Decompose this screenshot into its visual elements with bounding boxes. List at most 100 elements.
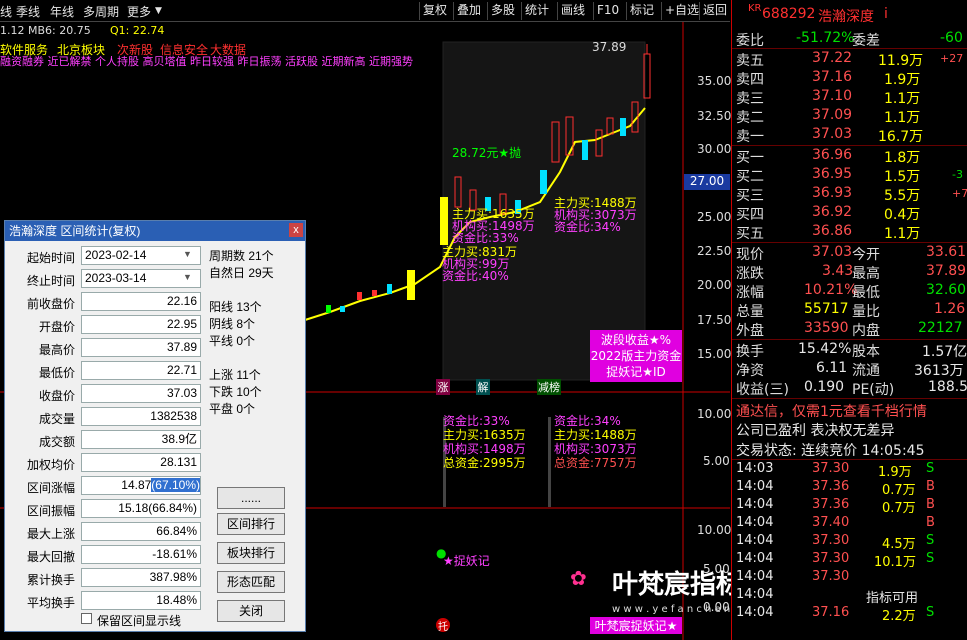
price-tick: 35.00 xyxy=(697,74,732,88)
info-icon[interactable]: i xyxy=(884,6,888,22)
end-label: 终止时间 xyxy=(26,274,75,288)
field-value: 387.98% xyxy=(81,568,201,587)
stat-label: 收益(三) xyxy=(736,382,789,398)
flower-logo-icon: ✿ xyxy=(570,566,587,590)
q1-readout: Q1: 22.74 xyxy=(110,24,165,37)
quote-panel: KR 688292 浩瀚深度 i 委比 -51.72% 委差 -60 卖五 37… xyxy=(731,0,967,640)
bid-volume: 1.1万 xyxy=(884,226,921,242)
stat-value: 3613万 xyxy=(914,363,964,379)
field-label: 区间涨幅 xyxy=(26,481,75,495)
ask-volume: 1.1万 xyxy=(884,91,921,107)
ask-price: 37.10 xyxy=(812,88,853,104)
stats-button[interactable]: 统计 xyxy=(521,2,552,20)
overlay-button[interactable]: 叠加 xyxy=(453,2,484,20)
stat-label: 现价 xyxy=(736,247,764,263)
stat-label: 流通 xyxy=(852,363,880,379)
top-toolbar: 线 季线 年线 多周期 更多 ▼ 复权 叠加 多股 统计 画线 F10 标记 +… xyxy=(0,0,730,22)
period-season[interactable]: 季线 xyxy=(16,3,40,20)
price-tick: 25.00 xyxy=(697,210,732,224)
tick-row: 14:04 37.30 xyxy=(736,569,850,584)
signal-unlock: 解 xyxy=(476,379,490,395)
signal-reduce: 减榜 xyxy=(537,379,561,395)
more-menu[interactable]: 更多 xyxy=(127,3,151,20)
more-button[interactable]: ...... xyxy=(217,487,285,509)
weicha-value: -60 xyxy=(940,30,963,46)
field-value: 22.95 xyxy=(81,315,201,334)
keep-range-checkbox[interactable] xyxy=(81,613,92,624)
ind-tick: 10.00 xyxy=(697,523,732,537)
stat-flat-candles: 平线 0个 xyxy=(209,334,256,348)
dialog-title[interactable]: 浩瀚深度 区间统计(复权) xyxy=(5,221,305,241)
ask-volume: 1.1万 xyxy=(884,110,921,126)
ask-label: 卖三 xyxy=(736,91,764,107)
f10-button[interactable]: F10 xyxy=(593,2,622,20)
close-icon[interactable]: x xyxy=(289,223,303,237)
weibi-label: 委比 xyxy=(736,33,764,49)
stat-label: 量比 xyxy=(852,304,880,320)
start-label: 起始时间 xyxy=(26,251,75,265)
field-value: 1382538 xyxy=(81,407,201,426)
ask-volume: 1.9万 xyxy=(884,72,921,88)
vol-tick: 5.00 xyxy=(703,454,730,468)
stock-code: 688292 xyxy=(762,6,816,22)
field-value: 37.03 xyxy=(81,384,201,403)
indicator-promo[interactable]: 叶梵宸捉妖记★ xyxy=(590,617,682,634)
weicha-label: 委差 xyxy=(852,33,880,49)
close-button[interactable]: 关闭 xyxy=(217,600,285,622)
stat-value: 22127 xyxy=(918,320,963,336)
ask-price: 37.03 xyxy=(812,126,853,142)
kr-badge: KR xyxy=(748,3,762,14)
bid-price: 36.92 xyxy=(812,204,853,220)
chevron-down-icon[interactable]: ▼ xyxy=(183,272,192,282)
bid-change: +7 xyxy=(952,187,967,200)
chevron-down-icon[interactable]: ▼ xyxy=(183,249,192,259)
stat-down-candles: 阴线 8个 xyxy=(209,317,256,331)
field-label: 前收盘价 xyxy=(26,297,75,311)
range-change-field[interactable]: 14.87(67.10%) xyxy=(81,476,201,495)
bid-label: 买四 xyxy=(736,207,764,223)
sector-rank-button[interactable]: 板块排行 xyxy=(217,542,285,564)
stat-periods: 周期数 21个 xyxy=(209,249,274,263)
period-year[interactable]: 年线 xyxy=(50,3,74,20)
add-watchlist-button[interactable]: +自选 xyxy=(661,2,702,20)
field-label: 开盘价 xyxy=(38,320,75,334)
high-label: 37.89 xyxy=(592,40,627,54)
bid-label: 买二 xyxy=(736,169,764,185)
price-tick: 15.00 xyxy=(697,347,732,361)
bid-label: 买三 xyxy=(736,188,764,204)
field-label: 平均换手 xyxy=(26,596,75,610)
stat-value: 3.43 xyxy=(822,263,854,279)
period-day[interactable]: 线 xyxy=(0,3,12,20)
back-button[interactable]: 返回 xyxy=(699,2,730,20)
field-label: 累计换手 xyxy=(26,573,75,587)
stat-value: 33590 xyxy=(804,320,849,336)
period-multi[interactable]: 多周期 xyxy=(83,3,119,20)
pattern-match-button[interactable]: 形态匹配 xyxy=(217,571,285,593)
tick-row: 14:04 37.36 0.7万 B xyxy=(736,479,935,498)
current-price-tag: 27.00 xyxy=(684,174,730,190)
bid-price: 36.96 xyxy=(812,147,853,163)
field-label: 最高价 xyxy=(38,343,75,357)
price-tick: 30.00 xyxy=(697,142,732,156)
field-value: 66.84% xyxy=(81,522,201,541)
multi-stock-button[interactable]: 多股 xyxy=(487,2,518,20)
tick-row: 14:04 37.30 4.5万 S xyxy=(736,533,935,552)
bid-volume: 5.5万 xyxy=(884,188,921,204)
promo-box[interactable]: 波段收益★% 2022版主力资金 捉妖记★ID xyxy=(590,330,682,382)
bid-volume: 1.5万 xyxy=(884,169,921,185)
stat-rise: 上涨 11个 xyxy=(209,368,261,382)
ad-banner-1[interactable]: 通达信，仅需1元查看千档行情 xyxy=(736,401,927,420)
tick-row: 14:04 37.16 2.2万 S xyxy=(736,605,935,624)
range-rank-button[interactable]: 区间排行 xyxy=(217,513,285,535)
draw-button[interactable]: 画线 xyxy=(557,2,588,20)
tick-row: 14:04 37.40 B xyxy=(736,515,935,530)
fuquan-button[interactable]: 复权 xyxy=(419,2,450,20)
stat-up-candles: 阳线 13个 xyxy=(209,300,262,314)
annotation-right: 主力买:1488万 机构买:3073万 资金比:34% xyxy=(554,196,637,234)
chevron-down-icon[interactable]: ▼ xyxy=(155,6,162,16)
ask-label: 卖二 xyxy=(736,110,764,126)
mark-button[interactable]: 标记 xyxy=(626,2,657,20)
vol-annotation-right: 资金比:34% 主力买:1488万 机构买:3073万 总资金:7757万 xyxy=(554,414,637,470)
stat-fall: 下跌 10个 xyxy=(209,385,262,399)
bid-change: -3 xyxy=(952,168,963,181)
